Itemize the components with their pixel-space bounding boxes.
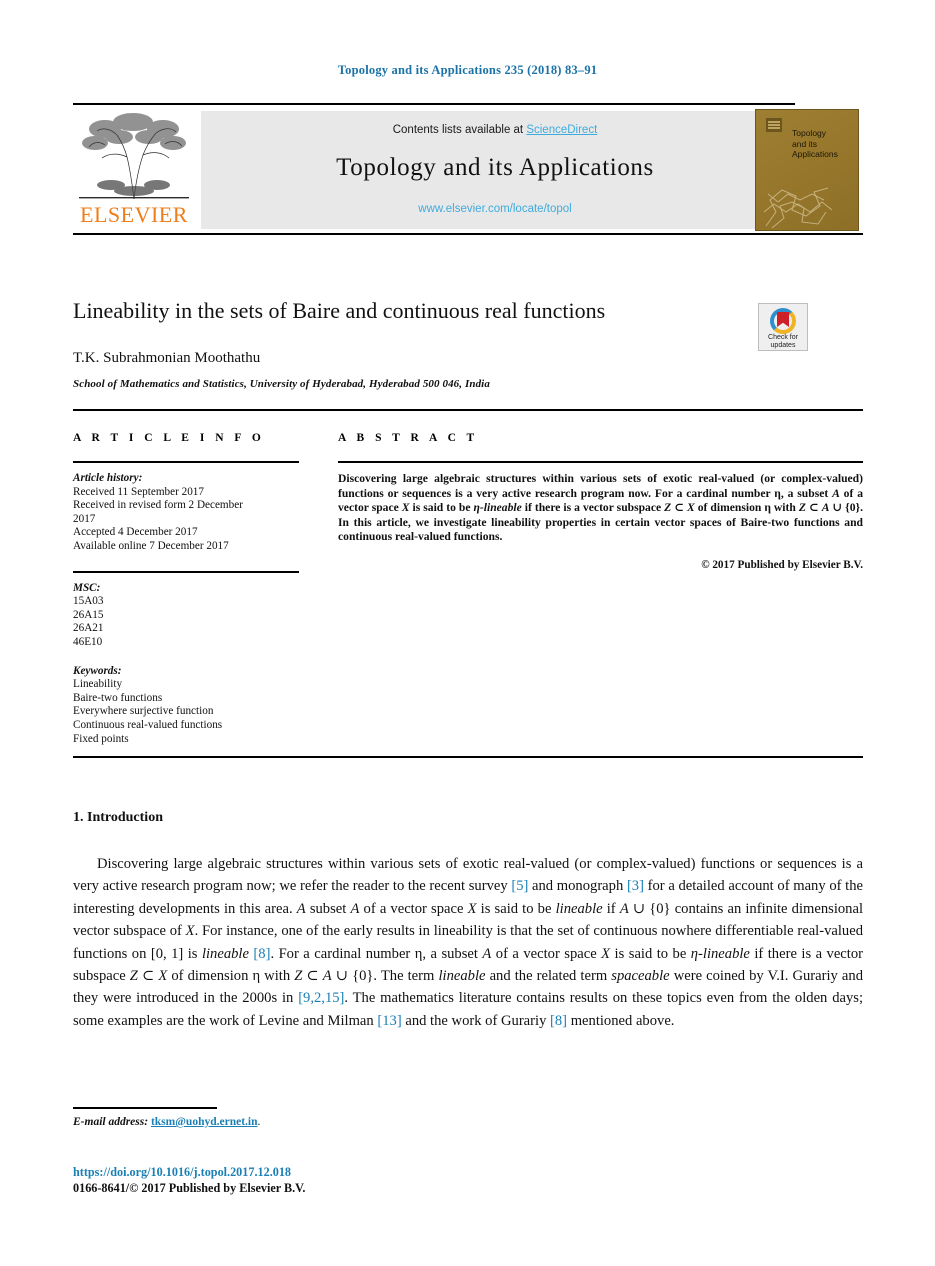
email-label: E-mail address: xyxy=(73,1116,149,1128)
keyword-item: Everywhere surjective function xyxy=(73,705,214,718)
article-info-rule xyxy=(73,461,299,463)
author-affiliation: School of Mathematics and Statistics, Un… xyxy=(73,378,490,390)
issn-copyright-line: 0166-8641/© 2017 Published by Elsevier B… xyxy=(73,1181,306,1195)
article-history-label: Article history: xyxy=(73,472,143,484)
article-info-heading: A R T I C L E I N F O xyxy=(73,432,265,444)
introduction-body: Discovering large algebraic structures w… xyxy=(73,853,863,1032)
math-symbol: A xyxy=(350,900,360,917)
article-history-line: Available online 7 December 2017 xyxy=(73,539,229,552)
abstract-heading: A B S T R A C T xyxy=(338,432,479,444)
cover-elsevier-mark-icon xyxy=(766,118,782,132)
cover-title-line-2: and its xyxy=(792,138,818,149)
contents-available-prefix: Contents lists available at xyxy=(392,124,527,136)
page-title: Lineability in the sets of Baire and con… xyxy=(73,298,606,323)
emphasis-term: lineable xyxy=(201,945,249,962)
article-history-block: Article history: Received 11 September 2… xyxy=(73,472,299,554)
math-symbol: A xyxy=(296,900,306,917)
article-info-column: A R T I C L E I N F O Article history: R… xyxy=(73,432,299,746)
math-symbol: Z xyxy=(664,501,672,515)
math-symbol: Z xyxy=(294,968,303,985)
citation-ref[interactable]: [13] xyxy=(377,1013,401,1029)
keyword-item: Lineability xyxy=(73,678,123,691)
article-history-line: Received in revised form 2 December xyxy=(73,499,243,512)
footnote-email: E-mail address: tksm@uohyd.ernet.in. xyxy=(73,1116,573,1128)
msc-label: MSC: xyxy=(73,581,101,594)
cover-title-text: Topology and its Applications xyxy=(792,128,856,160)
abstract-text: Discovering large algebraic structures w… xyxy=(338,472,863,544)
paper-page: Topology and its Applications 235 (2018)… xyxy=(0,0,935,1266)
keyword-item: Fixed points xyxy=(73,732,129,745)
emphasis-term: lineable xyxy=(555,900,603,917)
math-symbol: X xyxy=(158,968,168,985)
msc-block: MSC: 15A03 26A15 26A21 46E10 xyxy=(73,582,299,650)
journal-cover-thumbnail[interactable]: Topology and its Applications xyxy=(755,109,859,231)
cover-title-line-3: Applications xyxy=(792,149,838,159)
math-symbol: Z xyxy=(129,968,138,985)
abstract-bottom-rule xyxy=(73,756,863,758)
abstract-copyright: © 2017 Published by Elsevier B.V. xyxy=(701,558,863,571)
citation-ref[interactable]: [3] xyxy=(627,878,644,894)
msc-code: 26A15 xyxy=(73,608,104,621)
citation-ref[interactable]: [5] xyxy=(511,878,528,894)
math-symbol: X xyxy=(401,501,410,515)
crossmark-label-line1: Check for xyxy=(768,334,798,341)
keyword-item: Continuous real-valued functions xyxy=(73,718,223,731)
math-symbol: X xyxy=(467,900,477,917)
email-suffix: . xyxy=(257,1116,261,1128)
msc-rule xyxy=(73,570,299,573)
article-history-line: Received 11 September 2017 xyxy=(73,485,204,498)
math-symbol: A xyxy=(482,945,492,962)
masthead-top-rule xyxy=(73,103,795,105)
contents-available-line: Contents lists available at ScienceDirec… xyxy=(201,124,789,136)
elsevier-logo: ELSEVIER xyxy=(75,111,193,229)
math-symbol: A xyxy=(322,968,332,985)
keywords-block: Keywords: Lineability Baire-two function… xyxy=(73,665,299,747)
emphasis-term: η-lineable xyxy=(473,501,522,515)
emphasis-term: spaceable xyxy=(611,968,670,985)
msc-code: 15A03 xyxy=(73,595,104,608)
emphasis-term: lineable xyxy=(438,968,486,985)
abstract-column: A B S T R A C T Discovering large algebr… xyxy=(338,432,863,571)
citation-ref[interactable]: [8] xyxy=(253,946,270,962)
email-link[interactable]: tksm@uohyd.ernet.in xyxy=(151,1116,258,1128)
author-name: T.K. Subrahmonian Moothathu xyxy=(73,350,261,366)
crossmark-label-line2: updates xyxy=(770,342,796,349)
math-symbol: X xyxy=(601,945,611,962)
elsevier-tree-icon xyxy=(75,111,193,203)
sciencedirect-link[interactable]: ScienceDirect xyxy=(526,124,597,136)
cover-title-line-1: Topology xyxy=(792,128,827,138)
elsevier-wordmark: ELSEVIER xyxy=(80,202,188,227)
math-symbol: X xyxy=(185,923,195,940)
emphasis-term: η-lineable xyxy=(690,945,750,962)
running-head: Topology and its Applications 235 (2018)… xyxy=(337,63,598,77)
crossmark-badge[interactable]: Check for updates xyxy=(758,303,808,351)
journal-masthead: ELSEVIER Contents lists available at Sci… xyxy=(73,103,863,235)
masthead-bottom-rule xyxy=(73,233,863,235)
math-symbol: A xyxy=(832,486,840,500)
journal-banner: Contents lists available at ScienceDirec… xyxy=(201,111,789,229)
math-symbol: A xyxy=(821,501,830,515)
math-symbol: A xyxy=(619,900,629,917)
citation-ref[interactable]: [9,2,15] xyxy=(298,990,344,1006)
msc-code: 46E10 xyxy=(73,635,103,648)
crossmark-label: Check for updates xyxy=(759,334,807,350)
keywords-label: Keywords: xyxy=(73,664,122,677)
journal-url-link[interactable]: www.elsevier.com/locate/topol xyxy=(201,203,789,215)
doi-link[interactable]: https://doi.org/10.1016/j.topol.2017.12.… xyxy=(73,1165,291,1180)
introduction-paragraph: Discovering large algebraic structures w… xyxy=(73,856,864,1029)
msc-code: 26A21 xyxy=(73,622,104,635)
keyword-item: Baire-two functions xyxy=(73,691,163,704)
math-symbol: X xyxy=(687,501,695,515)
citation-ref[interactable]: [8] xyxy=(550,1013,567,1029)
journal-title: Topology and its Applications xyxy=(336,154,654,181)
abstract-rule xyxy=(338,461,863,463)
section-heading-introduction: 1. Introduction xyxy=(73,810,163,825)
footnote-rule xyxy=(73,1107,217,1109)
article-history-line: 2017 xyxy=(73,512,96,525)
article-history-line: Accepted 4 December 2017 xyxy=(73,526,198,539)
cover-artwork xyxy=(762,182,834,230)
math-symbol: Z xyxy=(798,501,806,515)
title-bottom-rule xyxy=(73,409,863,411)
